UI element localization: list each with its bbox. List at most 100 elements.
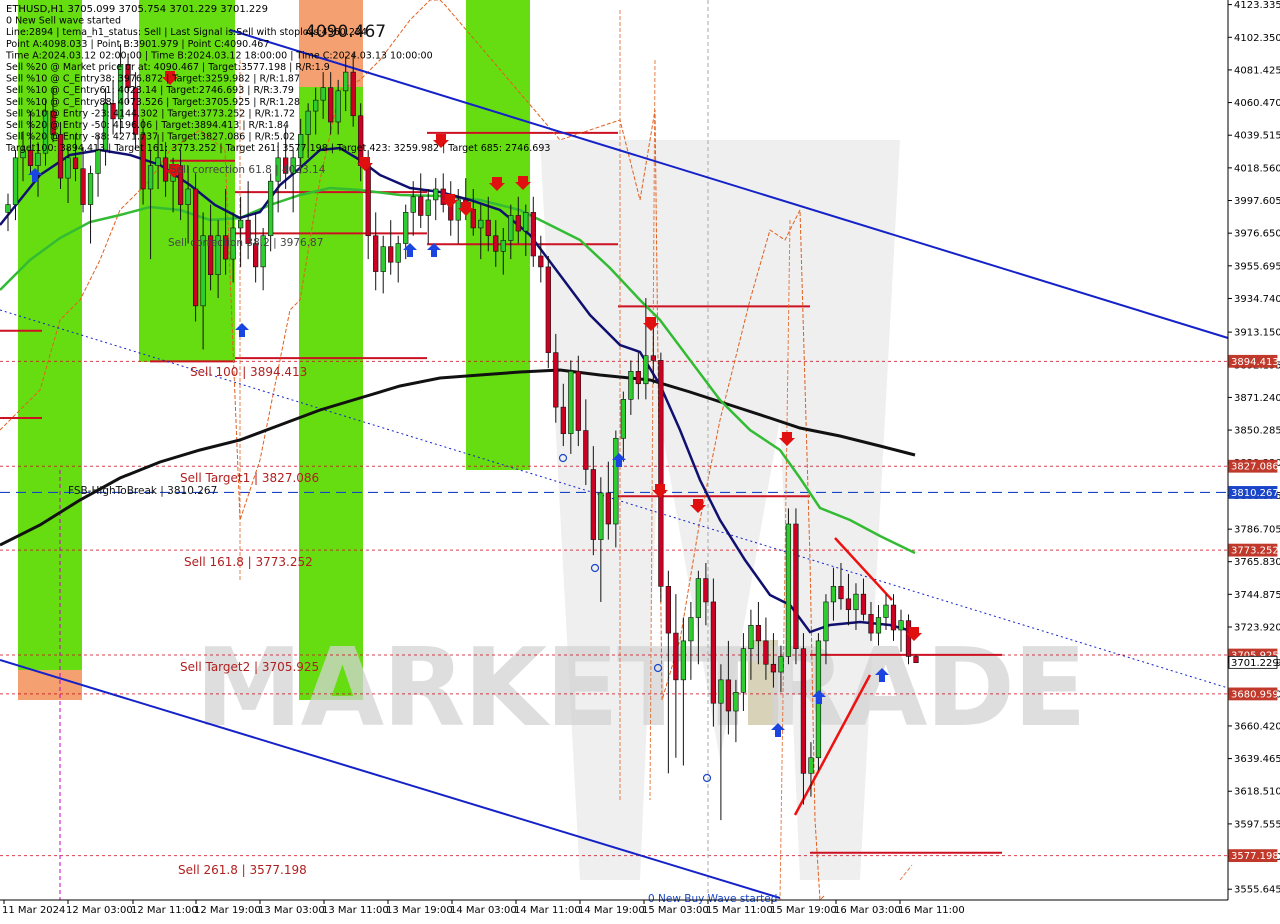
y-tick-label: 3765.830: [1234, 557, 1280, 568]
candle-body: [905, 620, 912, 657]
candle-body: [410, 196, 416, 213]
candle-body: [80, 168, 86, 205]
price-tag-label: 3701.229: [1231, 658, 1279, 669]
candle-body: [785, 523, 792, 657]
candle-body: [913, 656, 919, 664]
candle-body: [598, 492, 604, 540]
candle-body: [162, 157, 169, 182]
y-tick-label: 4039.515: [1234, 131, 1280, 142]
candle-body: [800, 648, 807, 774]
level-label: Sell correction 38.2 | 3976.87: [168, 237, 323, 249]
candle-body: [365, 165, 371, 237]
y-tick-label: 4081.425: [1234, 65, 1280, 76]
y-tick-label: 3976.650: [1234, 229, 1280, 240]
candle-body: [523, 212, 529, 232]
candle-body: [853, 593, 859, 611]
x-tick-label: 15 Mar 19:00: [770, 905, 837, 916]
price-tag-label: 3577.198: [1231, 851, 1279, 862]
level-label: 0 New Buy Wave started: [648, 893, 777, 905]
header-line: Sell %10 @ C_Entry38: 3976.872 | Target:…: [6, 74, 300, 85]
candle-body: [500, 240, 506, 252]
candle-body: [695, 578, 702, 618]
candle-body: [725, 679, 732, 712]
candle-body: [673, 632, 679, 681]
y-tick-label: 3786.705: [1234, 525, 1280, 536]
candle-body: [740, 648, 747, 693]
header-line: ETHUSD,H1 3705.099 3705.754 3701.229 370…: [6, 4, 268, 15]
header-line: Sell %10 @ C_Entry88: 4073.526 | Target:…: [6, 97, 300, 108]
level-label: Sell 161.8 | 3773.252: [184, 555, 313, 569]
candle-body: [425, 199, 431, 216]
chart-container: MARKETTRADE Sell 100 | 3894.413 Sell Targ…: [0, 0, 1280, 920]
y-tick-label: 4018.560: [1234, 163, 1280, 174]
candle-body: [770, 663, 777, 673]
y-tick-label: 3913.150: [1234, 328, 1280, 339]
x-tick-label: 15 Mar 03:00: [642, 905, 709, 916]
level-label: Sell Target1 | 3827.086: [180, 471, 319, 485]
y-tick-label: 3934.740: [1234, 294, 1280, 305]
candle-body: [710, 601, 717, 704]
candle-body: [650, 355, 656, 361]
candle-body: [87, 173, 94, 205]
y-tick-label: 4060.470: [1234, 98, 1280, 109]
candle-body: [12, 157, 19, 205]
candle-body: [35, 152, 41, 166]
level-label: Sell Target2 | 3705.925: [180, 660, 319, 674]
x-tick-label: 13 Mar 03:00: [258, 905, 325, 916]
x-tick-label: 14 Mar 03:00: [450, 905, 517, 916]
price-tag-label: 3827.086: [1231, 462, 1279, 473]
y-tick-label: 3744.875: [1234, 590, 1280, 601]
candle-body: [868, 614, 874, 634]
x-tick-label: 14 Mar 11:00: [514, 905, 581, 916]
price-tag-label: 3810.267: [1231, 488, 1279, 499]
y-tick-label: 3639.465: [1234, 754, 1280, 765]
candle-body: [530, 212, 536, 257]
candle-body: [418, 196, 424, 216]
candle-body: [845, 598, 852, 611]
candle-body: [560, 406, 566, 434]
candle-body: [793, 523, 799, 649]
level-label: Sell 261.8 | 3577.198: [178, 863, 307, 877]
x-tick-label: 15 Mar 11:00: [706, 905, 773, 916]
candle-body: [403, 212, 409, 244]
candle-body: [395, 243, 401, 263]
candle-body: [5, 204, 11, 213]
candle-body: [575, 371, 581, 431]
candle-body: [583, 430, 589, 470]
candle-body: [155, 157, 161, 166]
header-line: Sell %20 @ Market price or at: 4090.467 …: [6, 62, 330, 73]
candle-body: [305, 110, 311, 135]
candle-body: [718, 679, 724, 704]
y-tick-label: 3955.695: [1234, 261, 1280, 272]
candle-body: [755, 625, 762, 642]
header-line: Sell %10 @ Entry -23: 4144.302 | Target:…: [6, 108, 295, 119]
header-line: Sell %10 @ C_Entry61: 4023.14 | Target:2…: [6, 85, 294, 96]
candle-body: [875, 617, 882, 634]
header-line: Sell %20 @ Entry -50: 4196.06 | Target:3…: [6, 120, 289, 131]
candle-body: [568, 371, 574, 434]
header-line: Line:2894 | tema_h1_status: Sell | Last …: [6, 27, 367, 38]
x-tick-label: 12 Mar 11:00: [131, 905, 198, 916]
header-line: Time A:2024.03.12 02:00:00 | Time B:2024…: [5, 50, 433, 61]
y-tick-label: 3871.240: [1234, 393, 1280, 404]
x-tick-label: 13 Mar 19:00: [386, 905, 453, 916]
candle-body: [628, 371, 634, 400]
candle-body: [65, 157, 71, 179]
candle-body: [688, 617, 694, 642]
x-tick-label: 12 Mar 03:00: [66, 905, 133, 916]
candle-body: [350, 71, 356, 117]
candle-body: [485, 219, 491, 237]
candle-body: [890, 604, 897, 631]
candle-body: [883, 604, 889, 618]
candle-body: [185, 188, 191, 205]
candle-body: [778, 656, 784, 673]
level-label: Sell correction 61.8 | 4023.14: [170, 164, 326, 176]
header-line: Sell %20 @ Entry -88: 4271.737 | Target:…: [6, 132, 295, 143]
price-chart[interactable]: MARKETTRADE Sell 100 | 3894.413 Sell Targ…: [0, 0, 1280, 920]
candle-body: [898, 620, 904, 631]
candle-body: [605, 492, 611, 525]
candle-body: [680, 640, 686, 681]
candle-body: [808, 757, 814, 774]
candle-body: [515, 215, 521, 232]
x-tick-label: 16 Mar 03:00: [834, 905, 901, 916]
